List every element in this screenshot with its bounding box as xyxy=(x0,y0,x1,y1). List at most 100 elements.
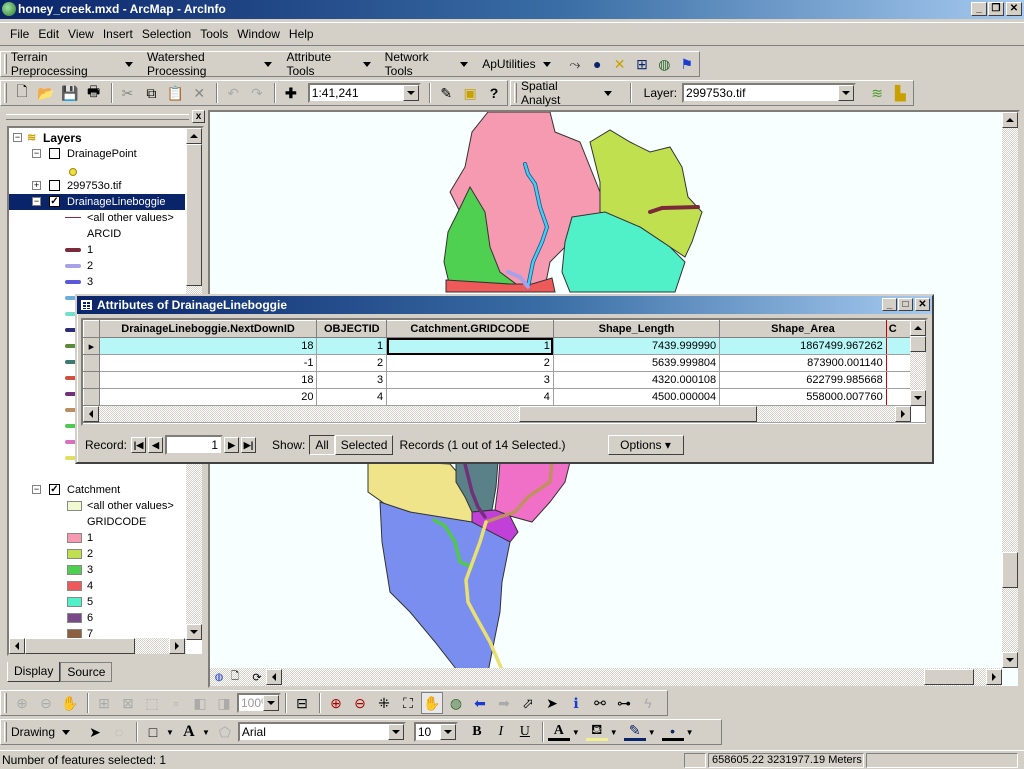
attributes-close-button[interactable]: ✕ xyxy=(915,298,930,311)
drainageline-checkbox[interactable]: ✓ xyxy=(49,196,60,207)
arccatalog-icon[interactable]: ▣ xyxy=(459,82,481,104)
spatial-analyst-menu[interactable]: Spatial Analyst xyxy=(521,79,612,107)
last-record-button[interactable]: ▶| xyxy=(241,437,257,453)
add-point-icon[interactable]: ● xyxy=(587,53,607,75)
map-vertical-scrollbar[interactable] xyxy=(1002,112,1018,668)
tab-source[interactable]: Source xyxy=(60,662,113,682)
tab-display[interactable]: Display xyxy=(7,662,61,682)
cut-icon[interactable]: ✂ xyxy=(117,82,139,104)
col-nextdownid[interactable]: DrainageLineboggie.NextDownID xyxy=(98,320,318,338)
zoom-percent-combo[interactable]: 100% xyxy=(237,693,281,713)
fill-color-dropdown[interactable]: ▼ xyxy=(610,728,618,737)
text-dropdown[interactable]: ▼ xyxy=(202,728,210,737)
undo-icon[interactable]: ↶ xyxy=(222,82,244,104)
col-shape-length[interactable]: Shape_Length xyxy=(552,320,721,338)
close-button[interactable]: ✕ xyxy=(1006,2,1022,16)
underline-button[interactable]: U xyxy=(514,721,536,743)
table-cell[interactable]: 1867499.967262 xyxy=(719,337,887,355)
select-elements-arrow-icon[interactable]: ➤ xyxy=(84,721,106,743)
options-button[interactable]: Options ▾ xyxy=(607,435,684,455)
fill-symbol-swatch[interactable] xyxy=(67,533,82,543)
table-cell[interactable]: 3 xyxy=(386,371,554,389)
editor-toolbar-icon[interactable]: ✎ xyxy=(435,82,457,104)
table-vertical-scrollbar[interactable] xyxy=(910,320,926,406)
catchment-checkbox[interactable]: ✓ xyxy=(49,484,60,495)
table-cell[interactable]: 1 xyxy=(316,337,388,355)
row-selector[interactable] xyxy=(83,354,100,372)
menu-file[interactable]: File xyxy=(10,27,29,41)
catchment-toggle[interactable]: − xyxy=(32,485,41,494)
table-cell[interactable]: 3 xyxy=(316,371,388,389)
network-trace-icon[interactable]: ⤳ xyxy=(565,53,585,75)
terrain-preprocessing-menu[interactable]: Terrain Preprocessing xyxy=(11,50,134,78)
marker-color-dropdown[interactable]: ▼ xyxy=(686,728,694,737)
attributes-minimize-button[interactable]: _ xyxy=(882,298,897,311)
table-cell[interactable]: 558000.007760 xyxy=(719,388,887,406)
forward-extent-icon[interactable]: ➡ xyxy=(493,692,515,714)
drainagepoint-toggle[interactable]: − xyxy=(32,149,41,158)
row-selector[interactable] xyxy=(83,371,100,389)
menu-edit[interactable]: Edit xyxy=(38,27,59,41)
globe-icon[interactable]: ◍ xyxy=(654,53,674,75)
table-cell[interactable]: -1 xyxy=(98,354,318,372)
line-color-icon[interactable]: ✎ xyxy=(623,722,646,741)
layout-pan-icon[interactable]: ✋ xyxy=(59,692,81,714)
font-size-dropdown[interactable] xyxy=(439,724,456,740)
table-cell[interactable]: 4320.000108 xyxy=(552,371,721,389)
new-text-icon[interactable]: A xyxy=(178,721,200,743)
fill-symbol-swatch[interactable] xyxy=(67,549,82,559)
refresh-icon[interactable]: ⟳ xyxy=(250,666,264,686)
table-cell[interactable]: 7439.999990 xyxy=(552,337,721,355)
toc-scroll-thumb[interactable] xyxy=(186,144,202,286)
layout-fixed-zoom-icon[interactable]: ⊠ xyxy=(117,692,139,714)
rectangle-dropdown[interactable]: ▼ xyxy=(166,728,174,737)
first-record-button[interactable]: |◀ xyxy=(131,437,147,453)
show-selected-button[interactable]: Selected xyxy=(334,435,394,455)
line-symbol-swatch[interactable] xyxy=(65,264,81,268)
measure-icon[interactable]: ⊶ xyxy=(613,692,635,714)
fixed-zoom-in-icon[interactable]: ⊕ xyxy=(11,692,33,714)
delete-icon[interactable]: ✕ xyxy=(609,53,629,75)
layer-drainagelineboggie[interactable]: DrainageLineboggie xyxy=(67,194,165,210)
font-size-combo[interactable]: 10 xyxy=(413,722,458,742)
paste-icon[interactable]: 📋 xyxy=(164,82,186,104)
toc-scroll-down[interactable] xyxy=(186,624,202,640)
redo-icon[interactable]: ↷ xyxy=(246,82,268,104)
bold-button[interactable]: B xyxy=(466,721,488,743)
back-extent-icon[interactable]: ⬅ xyxy=(469,692,491,714)
toc-horizontal-scrollbar[interactable] xyxy=(9,638,186,654)
zoom-out-icon[interactable]: ⊖ xyxy=(349,692,371,714)
fixed-zoom-out-icon[interactable]: ⊖ xyxy=(35,692,57,714)
map-scale-dropdown[interactable] xyxy=(403,85,420,101)
fill-color-icon[interactable]: ⛾ xyxy=(585,721,608,741)
flag-icon[interactable]: ⚑ xyxy=(677,53,697,75)
fill-symbol-swatch[interactable] xyxy=(67,613,82,623)
pan-icon[interactable]: ✋ xyxy=(421,692,443,714)
delete-x-icon[interactable]: ✕ xyxy=(188,82,210,104)
next-record-button[interactable]: ▶ xyxy=(224,437,240,453)
table-cell[interactable]: 1 xyxy=(386,337,554,355)
restore-button[interactable]: ❐ xyxy=(988,2,1004,16)
layers-collapse-toggle[interactable]: − xyxy=(13,133,22,142)
histogram-icon[interactable]: ▙ xyxy=(890,82,911,104)
fill-symbol-swatch[interactable] xyxy=(67,565,82,575)
drainageline-toggle[interactable]: − xyxy=(32,197,41,206)
layout-zoom-page-icon[interactable]: ⬚ xyxy=(141,692,163,714)
new-document-icon[interactable]: 🗋 xyxy=(11,82,33,104)
layout-view-icon[interactable]: 🗋 xyxy=(228,666,242,686)
line-symbol-swatch[interactable] xyxy=(65,280,81,284)
watershed-processing-menu[interactable]: Watershed Processing xyxy=(147,50,273,78)
col-objectid[interactable]: OBJECTID xyxy=(316,320,388,338)
row-selector[interactable]: ▸ xyxy=(83,337,100,355)
fill-symbol-swatch[interactable] xyxy=(67,597,82,607)
font-combo[interactable]: Arial xyxy=(237,722,406,742)
italic-button[interactable]: I xyxy=(490,721,512,743)
marker-color-icon[interactable]: • xyxy=(661,723,684,741)
attribute-tools-menu[interactable]: Attribute Tools xyxy=(286,50,371,78)
table-cell[interactable]: 20 xyxy=(98,388,318,406)
table-row[interactable]: 20 4 4 4500.000004 558000.007760 xyxy=(83,388,926,406)
row-selector[interactable] xyxy=(83,388,100,406)
attributes-maximize-button[interactable]: □ xyxy=(898,298,913,311)
toc-scroll-right[interactable] xyxy=(169,638,185,654)
layers-root[interactable]: Layers xyxy=(43,130,82,146)
